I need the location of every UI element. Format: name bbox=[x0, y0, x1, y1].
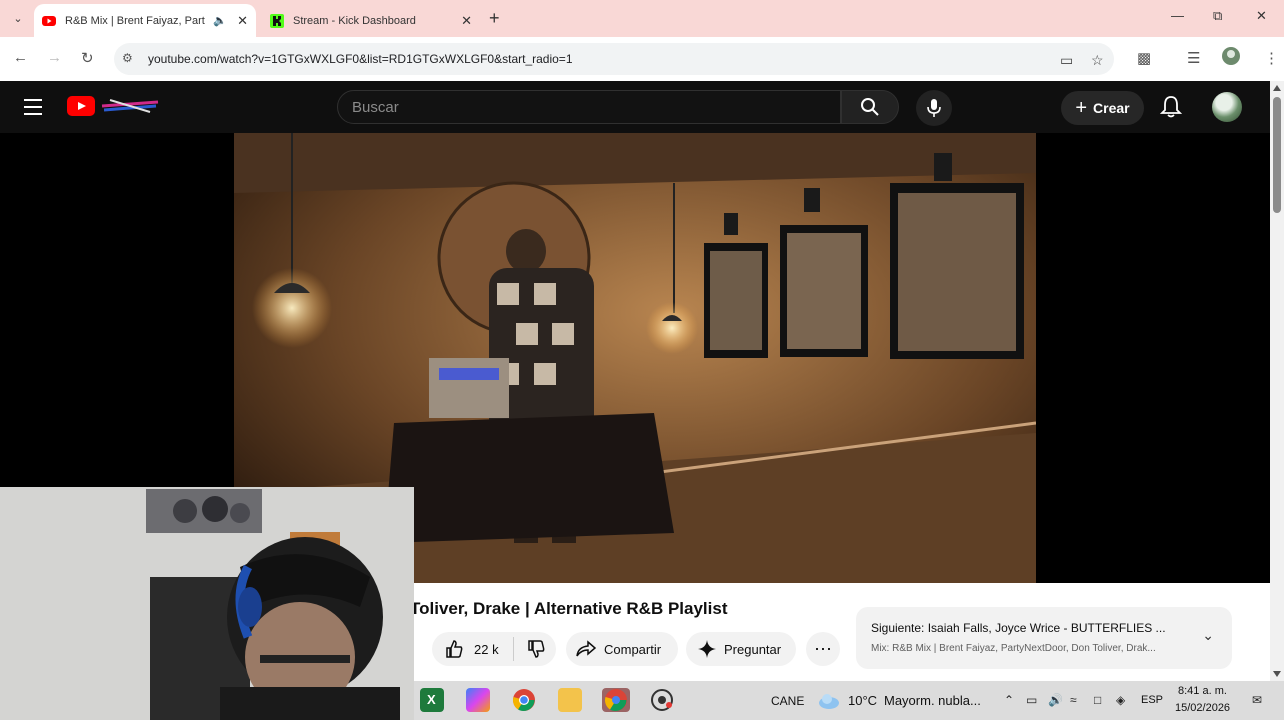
youtube-doodle-logo[interactable] bbox=[100, 96, 160, 116]
address-bar[interactable]: ⚙ youtube.com/watch?v=1GTGxWXLGF0&list=R… bbox=[114, 43, 1114, 75]
bell-icon bbox=[1159, 96, 1183, 118]
tab-kick[interactable]: Stream - Kick Dashboard ✕ bbox=[262, 4, 480, 37]
weather-temp[interactable]: 10°C bbox=[848, 693, 877, 708]
menu-icon[interactable] bbox=[24, 99, 42, 120]
scrollbar-thumb[interactable] bbox=[1273, 97, 1281, 213]
close-window-icon[interactable]: ✕ bbox=[1256, 8, 1267, 24]
kick-icon bbox=[270, 13, 284, 28]
battery-icon[interactable]: ▭ bbox=[1026, 693, 1037, 707]
chevron-up-icon[interactable]: ⌃ bbox=[1004, 693, 1014, 707]
create-button[interactable]: + Crear bbox=[1061, 91, 1144, 125]
share-icon bbox=[576, 640, 596, 657]
volume-icon[interactable]: 🔊 bbox=[1048, 693, 1063, 707]
clock-date[interactable]: 15/02/2026 bbox=[1175, 702, 1230, 714]
clock-time[interactable]: 8:41 a. m. bbox=[1178, 685, 1227, 697]
webcam-overlay bbox=[0, 487, 414, 720]
next-up-title: Siguiente: Isaiah Falls, Joyce Wrice - B… bbox=[871, 621, 1166, 635]
minimize-icon[interactable]: — bbox=[1171, 8, 1184, 23]
voice-search-button[interactable] bbox=[916, 90, 952, 126]
page-scrollbar[interactable] bbox=[1270, 81, 1284, 681]
phone-link-icon[interactable]: □ bbox=[1094, 693, 1101, 707]
speaker-icon[interactable]: 🔈 bbox=[213, 14, 227, 27]
share-button[interactable]: Compartir bbox=[566, 632, 678, 666]
more-icon: ⋯ bbox=[814, 638, 832, 659]
chrome-profile-icon[interactable] bbox=[602, 688, 630, 712]
taskbar-label: CANE bbox=[771, 694, 805, 708]
windows-taskbar: X CANE 10°C Mayorm. nubla... ⌃ ▭ 🔊 ≈ □ ◈… bbox=[414, 681, 1284, 720]
file-explorer-icon[interactable] bbox=[558, 688, 582, 712]
copilot-icon[interactable] bbox=[466, 688, 490, 712]
search-input[interactable] bbox=[338, 91, 832, 123]
weather-desc[interactable]: Mayorm. nubla... bbox=[884, 693, 981, 708]
tab-title: Stream - Kick Dashboard bbox=[293, 14, 416, 27]
chevron-down-icon[interactable]: ⌄ bbox=[1202, 627, 1214, 644]
wifi-icon[interactable]: ≈ bbox=[1070, 693, 1077, 707]
bookmark-star-icon[interactable]: ☆ bbox=[1091, 52, 1104, 69]
like-icon[interactable] bbox=[444, 639, 464, 659]
close-tab-icon[interactable]: ✕ bbox=[237, 13, 248, 29]
ask-label: Preguntar bbox=[724, 641, 782, 657]
url-text: youtube.com/watch?v=1GTGxWXLGF0&list=RD1… bbox=[148, 52, 573, 66]
like-dislike-group: 22 k bbox=[432, 632, 556, 666]
search-field[interactable] bbox=[337, 90, 841, 124]
chrome-icon[interactable] bbox=[512, 688, 536, 712]
obs-icon[interactable] bbox=[650, 688, 674, 712]
excel-icon[interactable]: X bbox=[420, 688, 444, 712]
language-indicator[interactable]: ESP bbox=[1141, 694, 1163, 706]
browser-tab-bar: ⌄ R&B Mix | Brent Faiyaz, Part 🔈 ✕ Strea… bbox=[0, 0, 1284, 37]
tab-title: R&B Mix | Brent Faiyaz, Part bbox=[65, 14, 205, 27]
create-label: Crear bbox=[1093, 100, 1130, 116]
tab-youtube[interactable]: R&B Mix | Brent Faiyaz, Part 🔈 ✕ bbox=[34, 4, 256, 37]
site-settings-icon[interactable]: ⚙ bbox=[122, 51, 133, 65]
cloud-icon[interactable] bbox=[817, 688, 841, 712]
tab-search-icon[interactable]: ⌄ bbox=[8, 8, 28, 28]
search-icon bbox=[861, 98, 879, 116]
youtube-logo[interactable] bbox=[67, 96, 95, 116]
sparkle-icon bbox=[698, 640, 716, 658]
more-actions-button[interactable]: ⋯ bbox=[806, 632, 840, 666]
youtube-icon bbox=[42, 15, 56, 26]
ask-button[interactable]: Preguntar bbox=[686, 632, 796, 666]
search-button[interactable] bbox=[841, 90, 899, 124]
security-icon[interactable]: ◈ bbox=[1116, 693, 1125, 707]
video-title: Toliver, Drake | Alternative R&B Playlis… bbox=[410, 599, 728, 618]
plus-icon: + bbox=[1075, 96, 1088, 119]
back-icon[interactable]: ← bbox=[13, 49, 28, 66]
profile-icon[interactable] bbox=[1221, 46, 1241, 70]
extensions-icon[interactable]: ▩ bbox=[1137, 49, 1151, 67]
account-avatar[interactable] bbox=[1212, 92, 1242, 122]
forward-icon[interactable]: → bbox=[47, 49, 62, 66]
like-count[interactable]: 22 k bbox=[474, 642, 499, 657]
browser-toolbar: ← → ↻ ⚙ youtube.com/watch?v=1GTGxWXLGF0&… bbox=[0, 37, 1284, 81]
notification-center-icon[interactable]: ✉ bbox=[1252, 693, 1262, 707]
microphone-icon bbox=[927, 99, 941, 117]
install-app-icon[interactable]: ▭ bbox=[1060, 52, 1073, 69]
browser-menu-icon[interactable]: ⋮ bbox=[1264, 49, 1279, 67]
reload-icon[interactable]: ↻ bbox=[81, 49, 94, 67]
restore-icon[interactable]: ⧉ bbox=[1213, 8, 1222, 24]
scroll-down-icon[interactable] bbox=[1273, 671, 1281, 677]
like-divider bbox=[512, 637, 514, 661]
share-label: Compartir bbox=[604, 641, 662, 657]
next-up-subtitle: Mix: R&B Mix | Brent Faiyaz, PartyNextDo… bbox=[871, 643, 1156, 654]
notifications-button[interactable] bbox=[1159, 95, 1183, 124]
new-tab-button[interactable]: + bbox=[489, 8, 500, 29]
close-tab-icon[interactable]: ✕ bbox=[461, 13, 472, 29]
media-control-icon[interactable]: ☰ bbox=[1187, 49, 1200, 67]
youtube-header: + Crear bbox=[0, 81, 1270, 133]
scroll-up-icon[interactable] bbox=[1273, 85, 1281, 91]
dislike-icon[interactable] bbox=[526, 639, 546, 659]
next-up-card[interactable]: Siguiente: Isaiah Falls, Joyce Wrice - B… bbox=[856, 607, 1232, 669]
